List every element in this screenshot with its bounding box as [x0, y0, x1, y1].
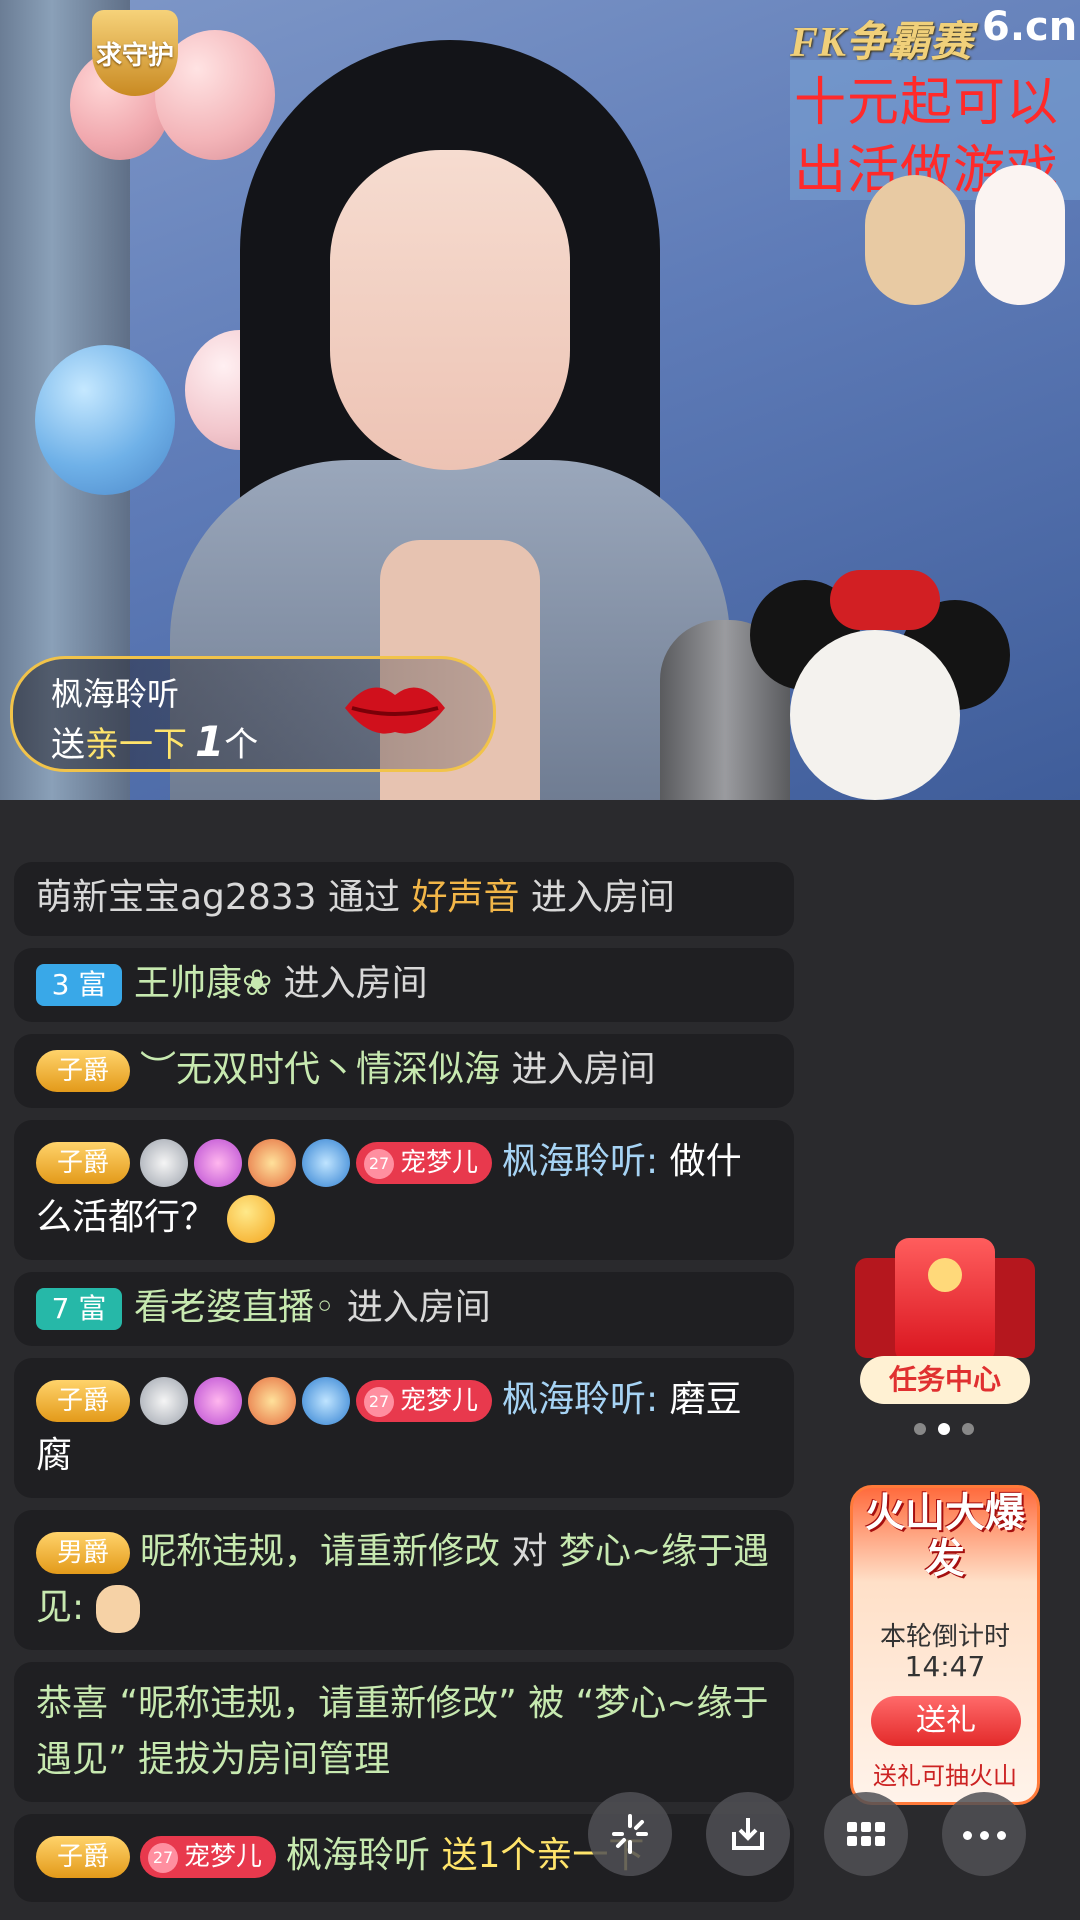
- chat-action: 进入房间: [530, 877, 675, 918]
- carousel-dot: [938, 1423, 950, 1435]
- chat-message: 男爵 昵称违规，请重新修改 对 梦心~缘于遇见:: [14, 1510, 794, 1650]
- chat-user[interactable]: 萌新宝宝ag2833: [36, 877, 317, 918]
- send-gift-button[interactable]: 送礼: [871, 1696, 1021, 1746]
- grid-icon: [847, 1822, 885, 1846]
- chat-user[interactable]: 昵称违规，请重新修改: [140, 1531, 500, 1572]
- chat-user[interactable]: 枫海聆听:: [502, 1141, 658, 1182]
- rank-badge: 子爵: [36, 1380, 130, 1422]
- lips-icon: [345, 687, 445, 734]
- chat-text: 对: [511, 1531, 548, 1572]
- pet-name: 宠梦儿: [400, 1386, 479, 1416]
- pet-badge: 27 宠梦儿: [356, 1380, 493, 1422]
- chat-message: 7 富看老婆直播◦ 进入房间: [14, 1272, 794, 1346]
- rank-badge: 子爵: [36, 1142, 130, 1184]
- chat-action: 进入房间: [283, 963, 428, 1004]
- promo-line: 十元起可以: [794, 73, 1060, 133]
- pet-name: 宠梦儿: [184, 1842, 263, 1872]
- heart-gem-icon: [194, 1377, 242, 1425]
- countdown-label: 本轮倒计时: [879, 1622, 1010, 1652]
- task-center-button[interactable]: 任务中心: [850, 1238, 1040, 1408]
- rank-badge: 子爵: [36, 1050, 130, 1092]
- more-dots-icon: [959, 1825, 1010, 1844]
- chat-message: 恭喜 “昵称违规，请重新修改” 被 “梦心~缘于遇见” 提拔为房间管理: [14, 1662, 794, 1802]
- carousel-dot: [914, 1423, 926, 1435]
- download-button[interactable]: [706, 1792, 790, 1876]
- wealth-level-badge: 3 富: [36, 964, 122, 1006]
- treasure-icon: [248, 1139, 296, 1187]
- guard-badge[interactable]: 求守护: [92, 10, 178, 96]
- rank-badge: 男爵: [36, 1532, 130, 1574]
- carousel-dots: [908, 1420, 980, 1435]
- gift-count: 1: [195, 717, 225, 766]
- sparkle-icon: [612, 1814, 648, 1854]
- heart-gem-icon: [194, 1139, 242, 1187]
- red-envelope-icon: [895, 1238, 995, 1363]
- chat-user[interactable]: 看老婆直播◦: [134, 1287, 335, 1328]
- sparkle-button[interactable]: [588, 1792, 672, 1876]
- pet-level: 27: [364, 1386, 394, 1417]
- coin-icon: [928, 1258, 962, 1292]
- bear-bunny-sticker: [865, 165, 1075, 325]
- chat-user[interactable]: 枫海聆听: [286, 1835, 430, 1876]
- gift-name: 亲一下: [85, 725, 187, 765]
- guard-22-icon: [140, 1139, 188, 1187]
- chat-action: 进入房间: [346, 1287, 491, 1328]
- carousel-dot: [962, 1423, 974, 1435]
- pet-name: 宠梦儿: [400, 1148, 479, 1178]
- chat-text: 通过: [327, 877, 400, 918]
- chat-message: 子爵 ︶无双时代丶情深似海 进入房间: [14, 1034, 794, 1108]
- chat-message: 3 富王帅康❀ 进入房间: [14, 948, 794, 1022]
- chat-user[interactable]: ︶无双时代丶情深似海: [140, 1049, 500, 1090]
- gift-sender: 枫海聆听: [51, 675, 180, 713]
- chat-action: 进入房间: [511, 1049, 656, 1090]
- gift-unit: 个: [224, 725, 259, 765]
- system-notice: 恭喜 “昵称违规，请重新修改” 被 “梦心~缘于遇见” 提拔为房间管理: [36, 1683, 769, 1780]
- gift-prefix: 送: [51, 725, 85, 765]
- wealth-level-badge: 7 富: [36, 1288, 122, 1330]
- chat-user[interactable]: 枫海聆听:: [502, 1379, 658, 1420]
- ok-hand-icon: [95, 1585, 140, 1633]
- plush-toy: [730, 560, 1020, 800]
- volcano-title: 火山大爆发: [865, 1490, 1025, 1582]
- menu-grid-button[interactable]: [824, 1792, 908, 1876]
- chat-message: 子爵 27 宠梦儿 枫海聆听 送1个亲一下: [14, 1814, 794, 1902]
- balloon: [35, 345, 175, 495]
- task-center-label: 任务中心: [860, 1356, 1030, 1404]
- cube-icon: [302, 1377, 350, 1425]
- chat-message: 萌新宝宝ag2833 通过 好声音 进入房间: [14, 862, 794, 936]
- guard-22-icon: [140, 1377, 188, 1425]
- pet-badge: 27 宠梦儿: [356, 1142, 493, 1184]
- send-gift-note: 送礼可抽火山: [873, 1762, 1017, 1790]
- download-icon: [732, 1818, 764, 1850]
- cube-icon: [302, 1139, 350, 1187]
- countdown-timer: 14:47: [904, 1650, 986, 1683]
- site-logo: 6.cn: [982, 4, 1078, 50]
- gift-line: 送亲一下 1个: [51, 717, 258, 766]
- volcano-event-card[interactable]: 火山大爆发 本轮倒计时 14:47 送礼 送礼可抽火山: [850, 1485, 1040, 1805]
- pet-level: 27: [148, 1842, 178, 1873]
- treasure-icon: [248, 1377, 296, 1425]
- chat-source: 好声音: [411, 877, 520, 918]
- more-button[interactable]: [942, 1792, 1026, 1876]
- chat-list[interactable]: 萌新宝宝ag2833 通过 好声音 进入房间 3 富王帅康❀ 进入房间 子爵 ︶无…: [0, 800, 800, 1920]
- pet-badge: 27 宠梦儿: [140, 1836, 277, 1878]
- pet-level: 27: [364, 1148, 394, 1179]
- smile-emoji-icon: [227, 1195, 276, 1243]
- chat-message: 子爵 27 宠梦儿 枫海聆听: 做什么活都行？: [14, 1120, 794, 1260]
- chat-user[interactable]: 王帅康❀: [134, 963, 272, 1004]
- rank-badge: 子爵: [36, 1836, 130, 1878]
- chat-message: 子爵 27 宠梦儿 枫海聆听: 磨豆腐: [14, 1358, 794, 1498]
